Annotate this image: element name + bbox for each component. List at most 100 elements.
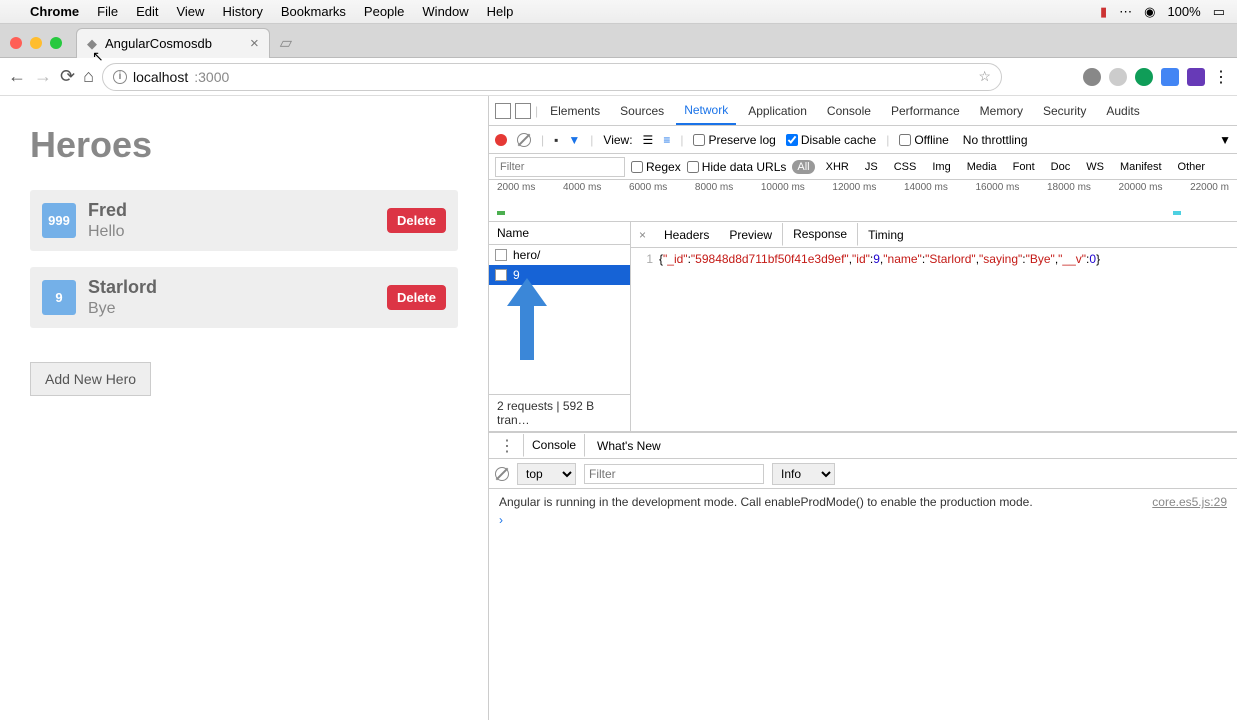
console-tab[interactable]: Console [523, 434, 585, 457]
extension-icon[interactable] [1187, 68, 1205, 86]
address-bar[interactable]: i localhost:3000 ☆ [102, 63, 1002, 91]
tab-console[interactable]: Console [819, 98, 879, 124]
screenshot-icon[interactable]: ▪ [554, 133, 558, 147]
console-filter-input[interactable] [584, 464, 764, 484]
request-summary: 2 requests | 592 B tran… [489, 394, 630, 431]
regex-checkbox[interactable]: Regex [631, 160, 681, 174]
macos-menubar: Chrome File Edit View History Bookmarks … [0, 0, 1237, 24]
detail-tab-preview[interactable]: Preview [719, 224, 782, 246]
view-small-icon[interactable]: ≡ [663, 133, 670, 147]
extension-icon[interactable] [1109, 68, 1127, 86]
tab-performance[interactable]: Performance [883, 98, 968, 124]
filter-type-doc[interactable]: Doc [1046, 160, 1076, 174]
new-tab-button[interactable]: ▱ [276, 29, 296, 57]
filter-input[interactable] [495, 157, 625, 177]
reload-button[interactable]: ⟳ [60, 66, 75, 87]
tab-sources[interactable]: Sources [612, 98, 672, 124]
menu-window[interactable]: Window [422, 4, 468, 19]
minimize-window-button[interactable] [30, 37, 42, 49]
tab-elements[interactable]: Elements [542, 98, 608, 124]
menu-edit[interactable]: Edit [136, 4, 158, 19]
response-body[interactable]: 1 {"_id":"59848d8d711bf50f41e3d9ef","id"… [631, 248, 1237, 270]
tab-application[interactable]: Application [740, 98, 815, 124]
add-hero-button[interactable]: Add New Hero [30, 362, 151, 396]
record-button[interactable] [495, 134, 507, 146]
filter-type-all[interactable]: All [792, 160, 814, 174]
console-source-link[interactable]: core.es5.js:29 [1152, 495, 1227, 509]
battery-percent: 100% [1167, 4, 1200, 19]
extension-icon[interactable] [1083, 68, 1101, 86]
home-button[interactable]: ⌂ [83, 66, 94, 87]
back-button[interactable]: ← [8, 66, 26, 87]
menu-people[interactable]: People [364, 4, 404, 19]
throttling-dropdown-icon[interactable]: ▼ [1219, 133, 1231, 147]
tray-icon[interactable]: ▮ [1100, 4, 1107, 20]
menu-history[interactable]: History [222, 4, 262, 19]
throttling-select[interactable]: No throttling [959, 131, 1032, 149]
extension-icon[interactable] [1161, 68, 1179, 86]
chrome-menu-icon[interactable]: ⋮ [1213, 67, 1229, 87]
menu-file[interactable]: File [97, 4, 118, 19]
bookmark-star-icon[interactable]: ☆ [978, 68, 991, 85]
browser-tab[interactable]: ◆ AngularCosmosdb × [76, 28, 270, 58]
delete-button[interactable]: Delete [387, 285, 446, 310]
info-icon[interactable]: i [113, 70, 127, 84]
extension-icon[interactable] [1135, 68, 1153, 86]
window-controls [0, 29, 72, 57]
preserve-log-checkbox[interactable]: Preserve log [693, 133, 775, 147]
clear-console-button[interactable] [495, 467, 509, 481]
menu-help[interactable]: Help [487, 4, 514, 19]
forward-button[interactable]: → [34, 66, 52, 87]
filter-type-media[interactable]: Media [962, 160, 1002, 174]
filter-icon[interactable]: ▼ [568, 133, 580, 147]
tab-network[interactable]: Network [676, 97, 736, 125]
battery-icon[interactable]: ▭ [1213, 4, 1225, 20]
close-tab-icon[interactable]: × [250, 35, 259, 52]
whatsnew-tab[interactable]: What's New [589, 435, 669, 457]
maximize-window-button[interactable] [50, 37, 62, 49]
menu-view[interactable]: View [176, 4, 204, 19]
detail-tab-timing[interactable]: Timing [858, 224, 914, 246]
detail-tab-headers[interactable]: Headers [654, 224, 719, 246]
network-timeline[interactable]: 2000 ms 4000 ms 6000 ms 8000 ms 10000 ms… [489, 180, 1237, 222]
delete-button[interactable]: Delete [387, 208, 446, 233]
close-window-button[interactable] [10, 37, 22, 49]
context-select[interactable]: top [517, 463, 576, 485]
console-output[interactable]: Angular is running in the development mo… [489, 489, 1237, 537]
filter-type-css[interactable]: CSS [889, 160, 922, 174]
level-select[interactable]: Info [772, 463, 835, 485]
disable-cache-checkbox[interactable]: Disable cache [786, 133, 876, 147]
close-detail-icon[interactable]: × [631, 228, 654, 242]
tab-audits[interactable]: Audits [1098, 98, 1147, 124]
device-toolbar-icon[interactable] [515, 103, 531, 119]
hero-card[interactable]: 999 Fred Hello Delete [30, 190, 458, 251]
clear-button[interactable] [517, 133, 531, 147]
tab-memory[interactable]: Memory [972, 98, 1031, 124]
filter-type-ws[interactable]: WS [1081, 160, 1109, 174]
request-row[interactable]: hero/ [489, 245, 630, 265]
filter-type-img[interactable]: Img [927, 160, 955, 174]
hide-data-urls-checkbox[interactable]: Hide data URLs [687, 160, 787, 174]
console-prompt-icon[interactable]: › [499, 509, 1227, 531]
filter-type-xhr[interactable]: XHR [821, 160, 854, 174]
menu-bookmarks[interactable]: Bookmarks [281, 4, 346, 19]
view-large-icon[interactable]: ☰ [643, 133, 654, 147]
detail-tab-response[interactable]: Response [782, 223, 858, 246]
page-title: Heroes [30, 124, 458, 166]
filter-type-js[interactable]: JS [860, 160, 883, 174]
tray-icon[interactable]: ⋯ [1119, 4, 1132, 20]
console-drawer: ⋮ Console What's New top Info Angular is… [489, 432, 1237, 720]
tab-security[interactable]: Security [1035, 98, 1094, 124]
filter-type-font[interactable]: Font [1008, 160, 1040, 174]
app-name[interactable]: Chrome [30, 4, 79, 19]
inspect-element-icon[interactable] [495, 103, 511, 119]
filter-type-other[interactable]: Other [1173, 160, 1211, 174]
name-column-header[interactable]: Name [489, 222, 630, 245]
timeline-mark [497, 211, 505, 215]
hero-card[interactable]: 9 Starlord Bye Delete [30, 267, 458, 328]
console-menu-icon[interactable]: ⋮ [495, 436, 519, 456]
offline-checkbox[interactable]: Offline [899, 133, 948, 147]
mouse-cursor-icon: ↖ [92, 48, 104, 65]
wifi-icon[interactable]: ◉ [1144, 4, 1155, 20]
filter-type-manifest[interactable]: Manifest [1115, 160, 1167, 174]
